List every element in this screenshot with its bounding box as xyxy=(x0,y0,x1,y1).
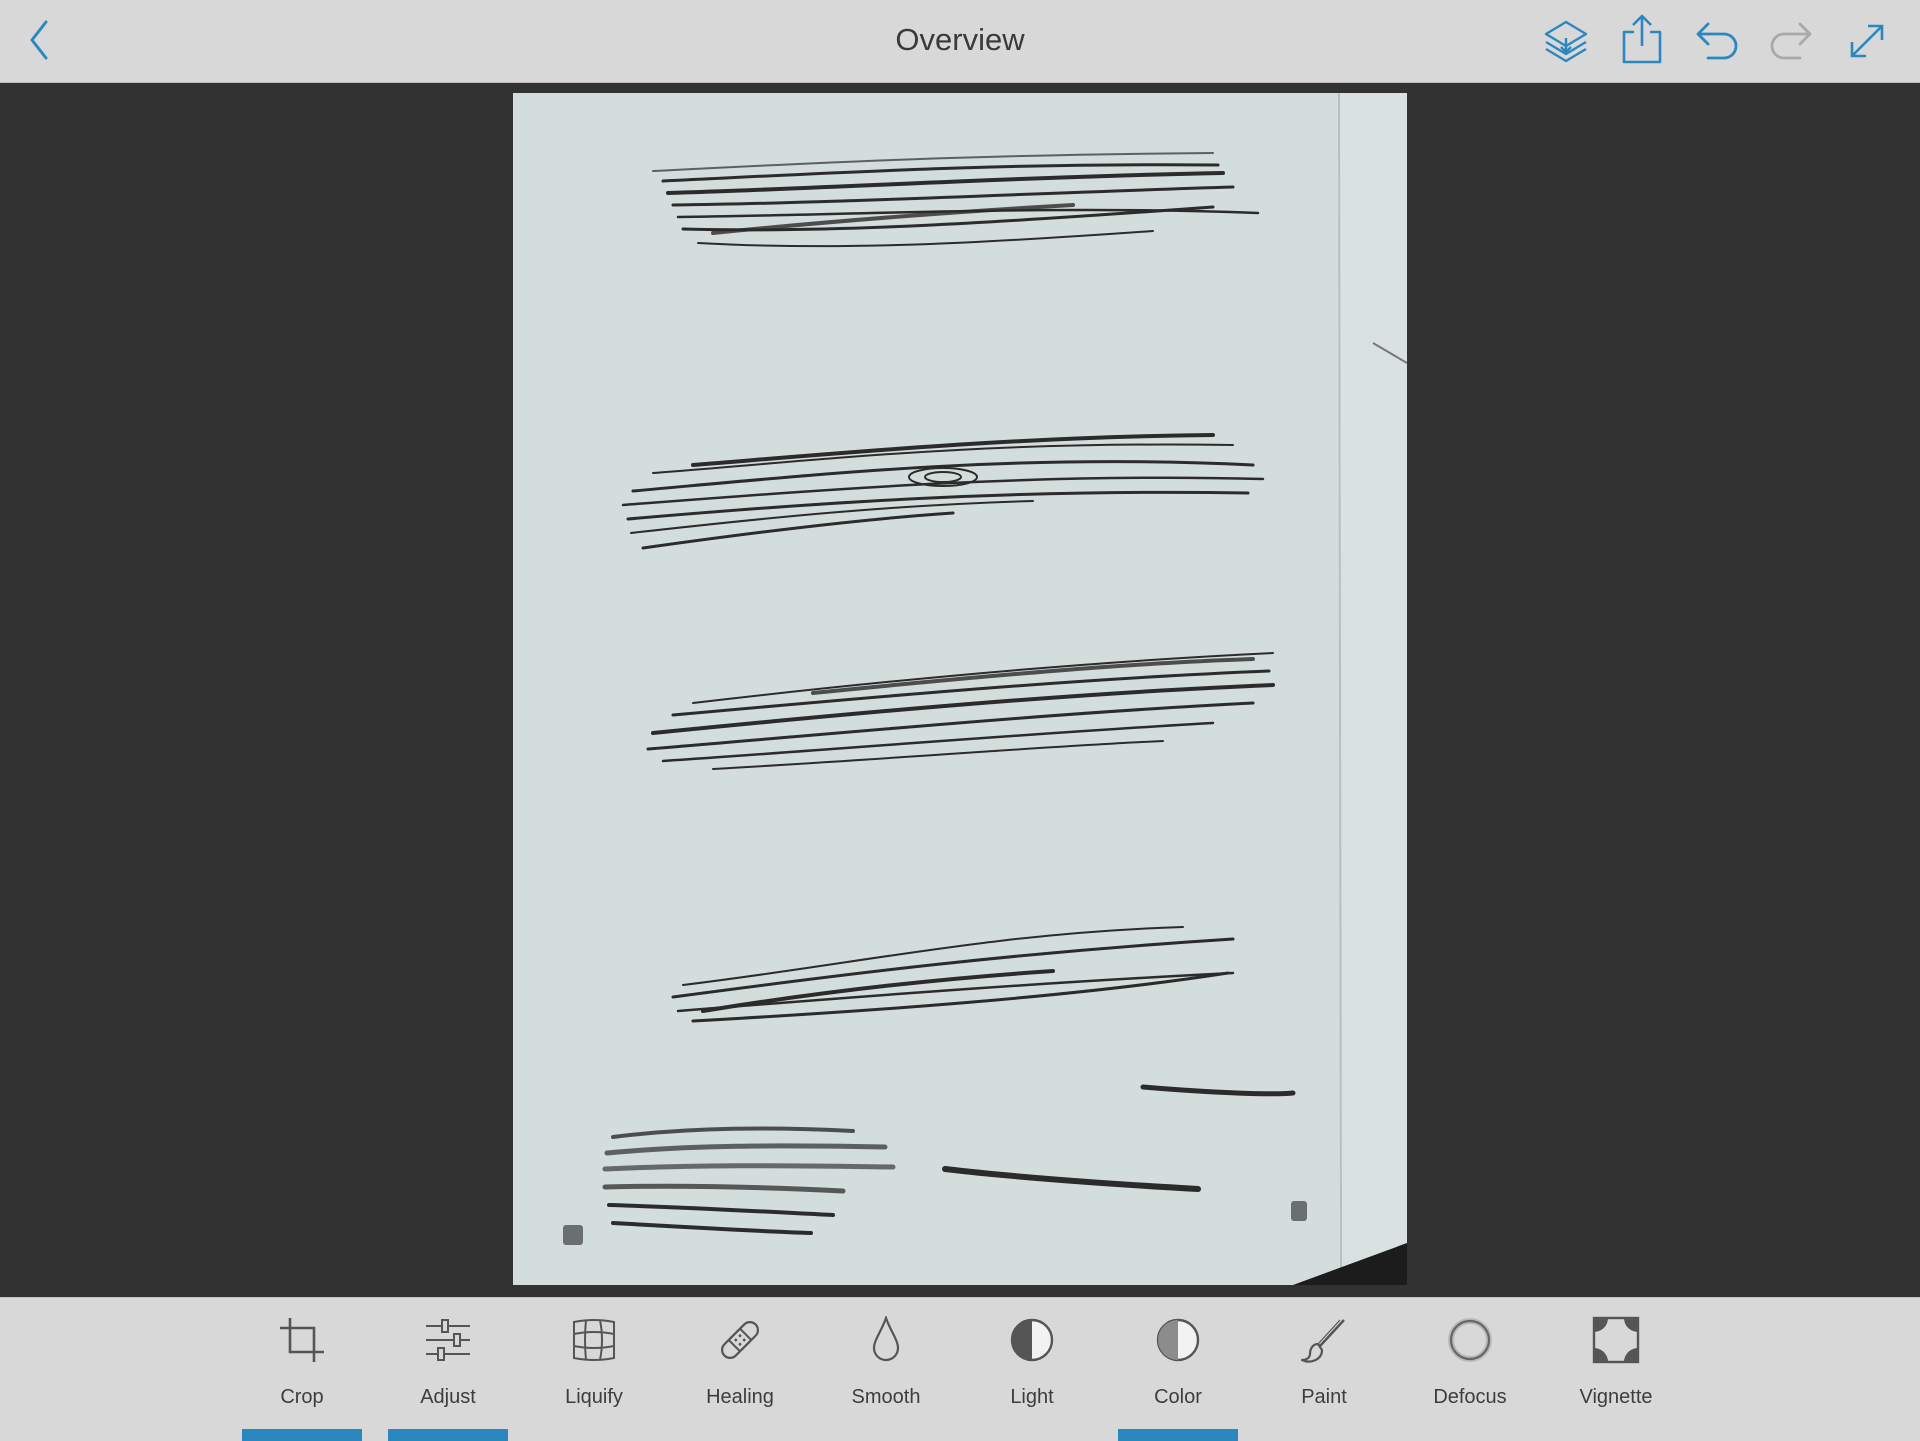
sliders-icon xyxy=(424,1316,472,1364)
tool-label: Healing xyxy=(706,1386,774,1408)
tool-label: Defocus xyxy=(1433,1386,1507,1408)
layers-icon[interactable] xyxy=(1542,18,1590,66)
droplet-icon xyxy=(862,1316,910,1364)
half-circle-icon xyxy=(1154,1316,1202,1364)
tool-bar: Crop Adjust Liquify Healing Smooth Light… xyxy=(0,1297,1920,1441)
undo-icon[interactable] xyxy=(1692,18,1742,64)
tool-adjust[interactable]: Adjust xyxy=(388,1316,508,1441)
canvas-area[interactable] xyxy=(0,83,1920,1297)
tool-paint[interactable]: Paint xyxy=(1264,1316,1384,1438)
vignette-icon xyxy=(1592,1316,1640,1364)
half-circle-icon xyxy=(1008,1316,1056,1364)
tool-label: Light xyxy=(1010,1386,1054,1408)
tool-label: Crop xyxy=(280,1386,324,1408)
tool-active-indicator xyxy=(242,1429,362,1441)
crop-icon xyxy=(278,1316,326,1364)
tool-label: Smooth xyxy=(851,1386,921,1408)
tool-healing[interactable]: Healing xyxy=(680,1316,800,1438)
tool-light[interactable]: Light xyxy=(972,1316,1092,1438)
redo-icon[interactable] xyxy=(1766,18,1816,64)
tool-defocus[interactable]: Defocus xyxy=(1410,1316,1530,1438)
sketch-photo[interactable] xyxy=(513,93,1407,1285)
grid-warp-icon xyxy=(570,1316,618,1364)
expand-icon[interactable] xyxy=(1846,20,1888,62)
blur-circle-icon xyxy=(1446,1316,1494,1364)
tool-label: Paint xyxy=(1301,1386,1347,1408)
tool-vignette[interactable]: Vignette xyxy=(1556,1316,1676,1438)
share-icon[interactable] xyxy=(1618,12,1666,66)
tool-label: Vignette xyxy=(1579,1386,1653,1408)
tool-smooth[interactable]: Smooth xyxy=(826,1316,946,1438)
tool-label: Adjust xyxy=(420,1386,476,1408)
tool-crop[interactable]: Crop xyxy=(242,1316,362,1441)
tool-label: Color xyxy=(1154,1386,1202,1408)
brush-icon xyxy=(1300,1316,1348,1364)
tool-active-indicator xyxy=(388,1429,508,1441)
tool-label: Liquify xyxy=(565,1386,623,1408)
bandage-icon xyxy=(716,1316,764,1364)
tool-active-indicator xyxy=(1118,1429,1238,1441)
tool-color[interactable]: Color xyxy=(1118,1316,1238,1441)
chevron-left-icon[interactable] xyxy=(26,18,56,62)
top-bar: Overview xyxy=(0,0,1920,83)
tool-liquify[interactable]: Liquify xyxy=(534,1316,654,1438)
